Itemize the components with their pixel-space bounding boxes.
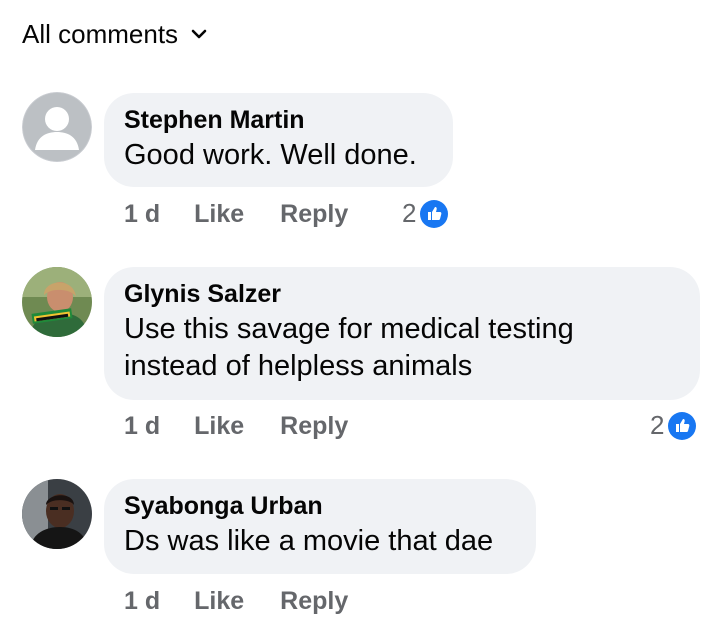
- reply-button[interactable]: Reply: [280, 412, 348, 441]
- comment-filter-dropdown[interactable]: All comments: [22, 16, 208, 52]
- reaction-count: 2: [402, 198, 417, 228]
- avatar[interactable]: [22, 479, 92, 549]
- reaction-summary[interactable]: 2: [650, 410, 697, 441]
- comment-bubble: Stephen Martin Good work. Well done.: [104, 93, 453, 187]
- like-button[interactable]: Like: [194, 200, 244, 229]
- comment-bubble: Syabonga Urban Ds was like a movie that …: [104, 479, 536, 574]
- avatar[interactable]: [22, 267, 92, 337]
- like-button[interactable]: Like: [194, 412, 244, 441]
- comment-actions: 1 d Like Reply: [124, 587, 348, 616]
- profile-photo-icon: [22, 267, 92, 337]
- comment-timestamp[interactable]: 1 d: [124, 200, 160, 229]
- profile-photo-icon: [22, 479, 92, 549]
- comment-text: Good work. Well done.: [124, 139, 417, 171]
- avatar[interactable]: [22, 92, 92, 162]
- comment-filter-label: All comments: [22, 18, 179, 49]
- comment-text: Use this savage for medical testing inst…: [124, 313, 574, 382]
- comment-bubble: Glynis Salzer Use this savage for medica…: [104, 267, 700, 400]
- thumbs-up-icon: [420, 199, 449, 228]
- comment-author[interactable]: Stephen Martin: [124, 105, 431, 135]
- reply-button[interactable]: Reply: [280, 200, 348, 229]
- default-profile-icon: [22, 92, 92, 162]
- chevron-down-icon: [191, 29, 207, 39]
- comment-timestamp[interactable]: 1 d: [124, 412, 160, 441]
- thumbs-up-icon: [668, 411, 697, 440]
- comment-actions: 1 d Like Reply: [124, 200, 348, 229]
- reaction-count: 2: [650, 410, 665, 440]
- reply-button[interactable]: Reply: [280, 587, 348, 616]
- comment-author[interactable]: Syabonga Urban: [124, 491, 514, 521]
- comment-text: Ds was like a movie that dae: [124, 525, 494, 557]
- comment-timestamp[interactable]: 1 d: [124, 587, 160, 616]
- like-button[interactable]: Like: [194, 587, 244, 616]
- comment-author[interactable]: Glynis Salzer: [124, 279, 678, 309]
- reaction-summary[interactable]: 2: [402, 198, 449, 229]
- comment-actions: 1 d Like Reply: [124, 412, 348, 441]
